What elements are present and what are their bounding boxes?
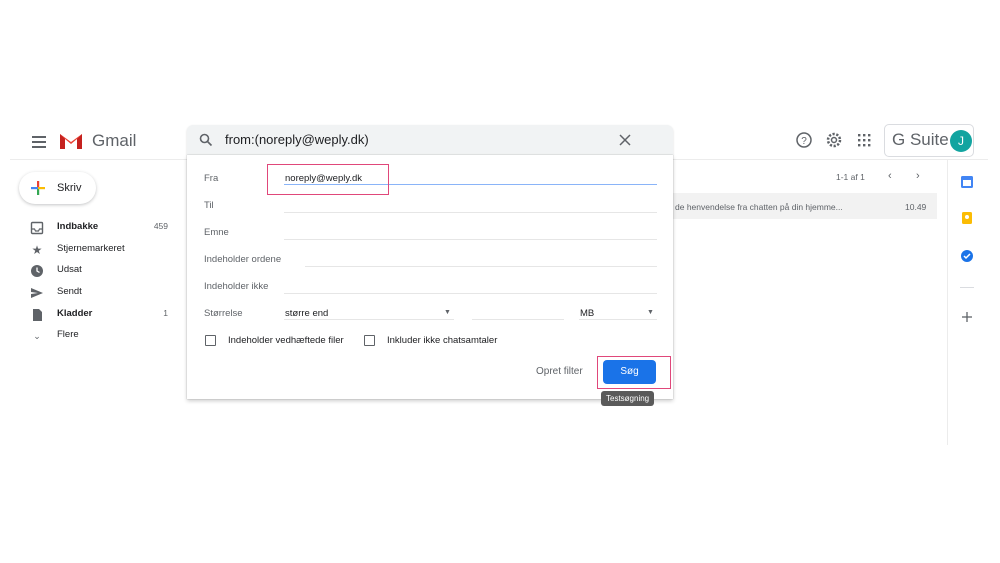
search-input[interactable]: from:(noreply@weply.dk)	[225, 132, 369, 147]
size-unit-value: MB	[580, 308, 595, 319]
email-snippet: de henvendelse fra chatten på din hjemme…	[675, 202, 843, 212]
not-words-label: Indeholder ikke	[204, 281, 269, 292]
pagination-count: 1-1 af 1	[836, 172, 865, 182]
create-filter-button[interactable]: Opret filter	[536, 366, 583, 377]
has-attachment-label: Indeholder vedhæftede filer	[228, 335, 344, 346]
sidebar-item-label: Sendt	[57, 286, 82, 297]
email-row[interactable]: de henvendelse fra chatten på din hjemme…	[673, 193, 937, 219]
addon-divider	[947, 160, 948, 445]
gsuite-logo: G Suite	[892, 130, 949, 149]
app-name: Gmail	[92, 131, 137, 150]
dropdown-arrow-icon: ▼	[647, 309, 654, 316]
plus-icon	[31, 181, 45, 195]
size-operator-value: større end	[285, 308, 329, 319]
search-bar[interactable]: from:(noreply@weply.dk)	[187, 125, 673, 155]
search-icon[interactable]	[199, 133, 213, 147]
clear-search-icon[interactable]	[619, 134, 631, 146]
has-attachment-checkbox[interactable]	[205, 335, 216, 346]
size-label: Størrelse	[204, 308, 243, 319]
subject-label: Emne	[204, 227, 229, 238]
calendar-icon[interactable]	[960, 175, 974, 189]
addon-separator	[960, 287, 974, 288]
apps-grid-icon[interactable]	[855, 131, 873, 149]
sidebar-item-label: Stjernemarkeret	[57, 243, 125, 254]
dropdown-arrow-icon: ▼	[444, 309, 451, 316]
sidebar-item-inbox[interactable]: Indbakke 459	[30, 218, 170, 238]
draft-count: 1	[163, 308, 168, 318]
unread-count: 459	[153, 221, 168, 231]
draft-file-icon	[33, 309, 42, 321]
add-addon-icon[interactable]	[960, 310, 974, 324]
keep-icon[interactable]	[960, 211, 974, 225]
sidebar-item-snoozed[interactable]: Udsat	[30, 261, 170, 281]
inbox-icon	[30, 221, 44, 235]
size-operator-underline	[284, 319, 454, 320]
star-icon: ★	[31, 243, 43, 257]
has-words-label: Indeholder ordene	[204, 254, 282, 265]
gsuite-account-area[interactable]: G Suite J	[884, 124, 974, 157]
size-unit-underline	[579, 319, 657, 320]
search-tooltip: Testsøgning	[601, 391, 655, 406]
help-icon[interactable]: ?	[795, 131, 813, 149]
avatar[interactable]: J	[950, 130, 972, 152]
gmail-logo[interactable]	[58, 130, 84, 155]
email-time: 10.49	[905, 202, 927, 212]
sidebar-item-sent[interactable]: Sendt	[30, 283, 170, 303]
compose-label: Skriv	[57, 182, 82, 194]
not-words-field[interactable]	[284, 293, 657, 294]
prev-page-icon[interactable]: ‹	[888, 170, 892, 182]
to-field[interactable]	[284, 212, 657, 213]
size-value-field[interactable]	[472, 319, 564, 320]
search-submit-button[interactable]: Søg	[603, 360, 656, 384]
svg-text:?: ?	[801, 136, 807, 147]
sidebar-item-label: Flere	[57, 329, 79, 340]
sidebar-item-more[interactable]: ⌄ Flere	[30, 326, 170, 346]
main-menu-button[interactable]	[32, 133, 46, 151]
chevron-down-icon: ⌄	[33, 331, 41, 341]
to-label: Til	[204, 200, 214, 211]
size-operator-select[interactable]: større end ▼	[284, 305, 454, 320]
sidebar-item-label: Udsat	[57, 264, 82, 275]
sidebar-item-label: Indbakke	[57, 221, 99, 232]
settings-gear-icon[interactable]	[825, 131, 843, 149]
subject-field[interactable]	[284, 239, 657, 240]
sidebar-item-drafts[interactable]: Kladder 1	[30, 305, 170, 325]
exclude-chats-label: Inkluder ikke chatsamtaler	[387, 335, 498, 346]
tasks-icon[interactable]	[960, 249, 974, 263]
sidebar-item-starred[interactable]: ★ Stjernemarkeret	[30, 240, 170, 260]
from-label: Fra	[204, 173, 219, 184]
has-words-field[interactable]	[305, 266, 657, 267]
clock-icon	[31, 265, 43, 277]
from-field-highlight	[267, 164, 389, 195]
advanced-search-panel: Fra noreply@weply.dk Til Emne Indeholder…	[187, 155, 673, 399]
send-icon	[31, 288, 43, 298]
next-page-icon[interactable]: ›	[916, 170, 920, 182]
exclude-chats-checkbox[interactable]	[364, 335, 375, 346]
gmail-m-icon	[60, 134, 82, 149]
sidebar-item-label: Kladder	[57, 308, 93, 319]
size-unit-select[interactable]: MB ▼	[579, 305, 657, 320]
compose-button[interactable]: Skriv	[19, 172, 96, 204]
